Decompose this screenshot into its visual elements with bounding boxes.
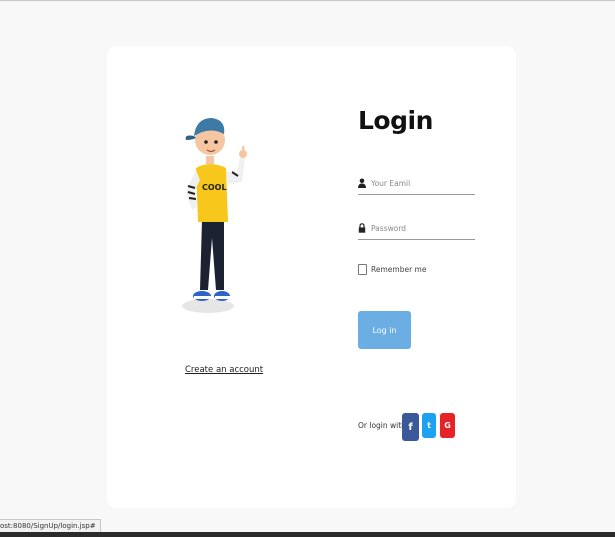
character-illustration: COOL [182,118,247,313]
google-button[interactable]: G [440,413,455,438]
email-field[interactable] [358,174,475,195]
twitter-button[interactable]: t [422,413,436,438]
password-field[interactable] [358,219,475,240]
svg-text:COOL: COOL [202,183,227,192]
create-account-link[interactable]: Create an account [185,365,263,375]
remember-label: Remember me [371,265,427,274]
password-input[interactable] [371,221,471,235]
facebook-button[interactable]: f [402,413,419,441]
lock-icon [358,223,366,233]
login-card [107,46,516,508]
taskbar [0,532,615,537]
person-icon [358,178,366,188]
window-top-border [0,0,615,1]
login-button[interactable]: Log in [358,311,411,349]
social-login-label: Or login with [358,421,406,430]
google-icon: G [444,421,451,430]
email-input[interactable] [371,176,471,190]
remember-checkbox[interactable] [358,264,367,275]
page-title: Login [358,106,433,135]
twitter-icon: t [427,421,431,430]
facebook-icon: f [408,421,413,433]
status-bar-url: ost:8080/SignUp/login.jsp# [0,519,101,533]
